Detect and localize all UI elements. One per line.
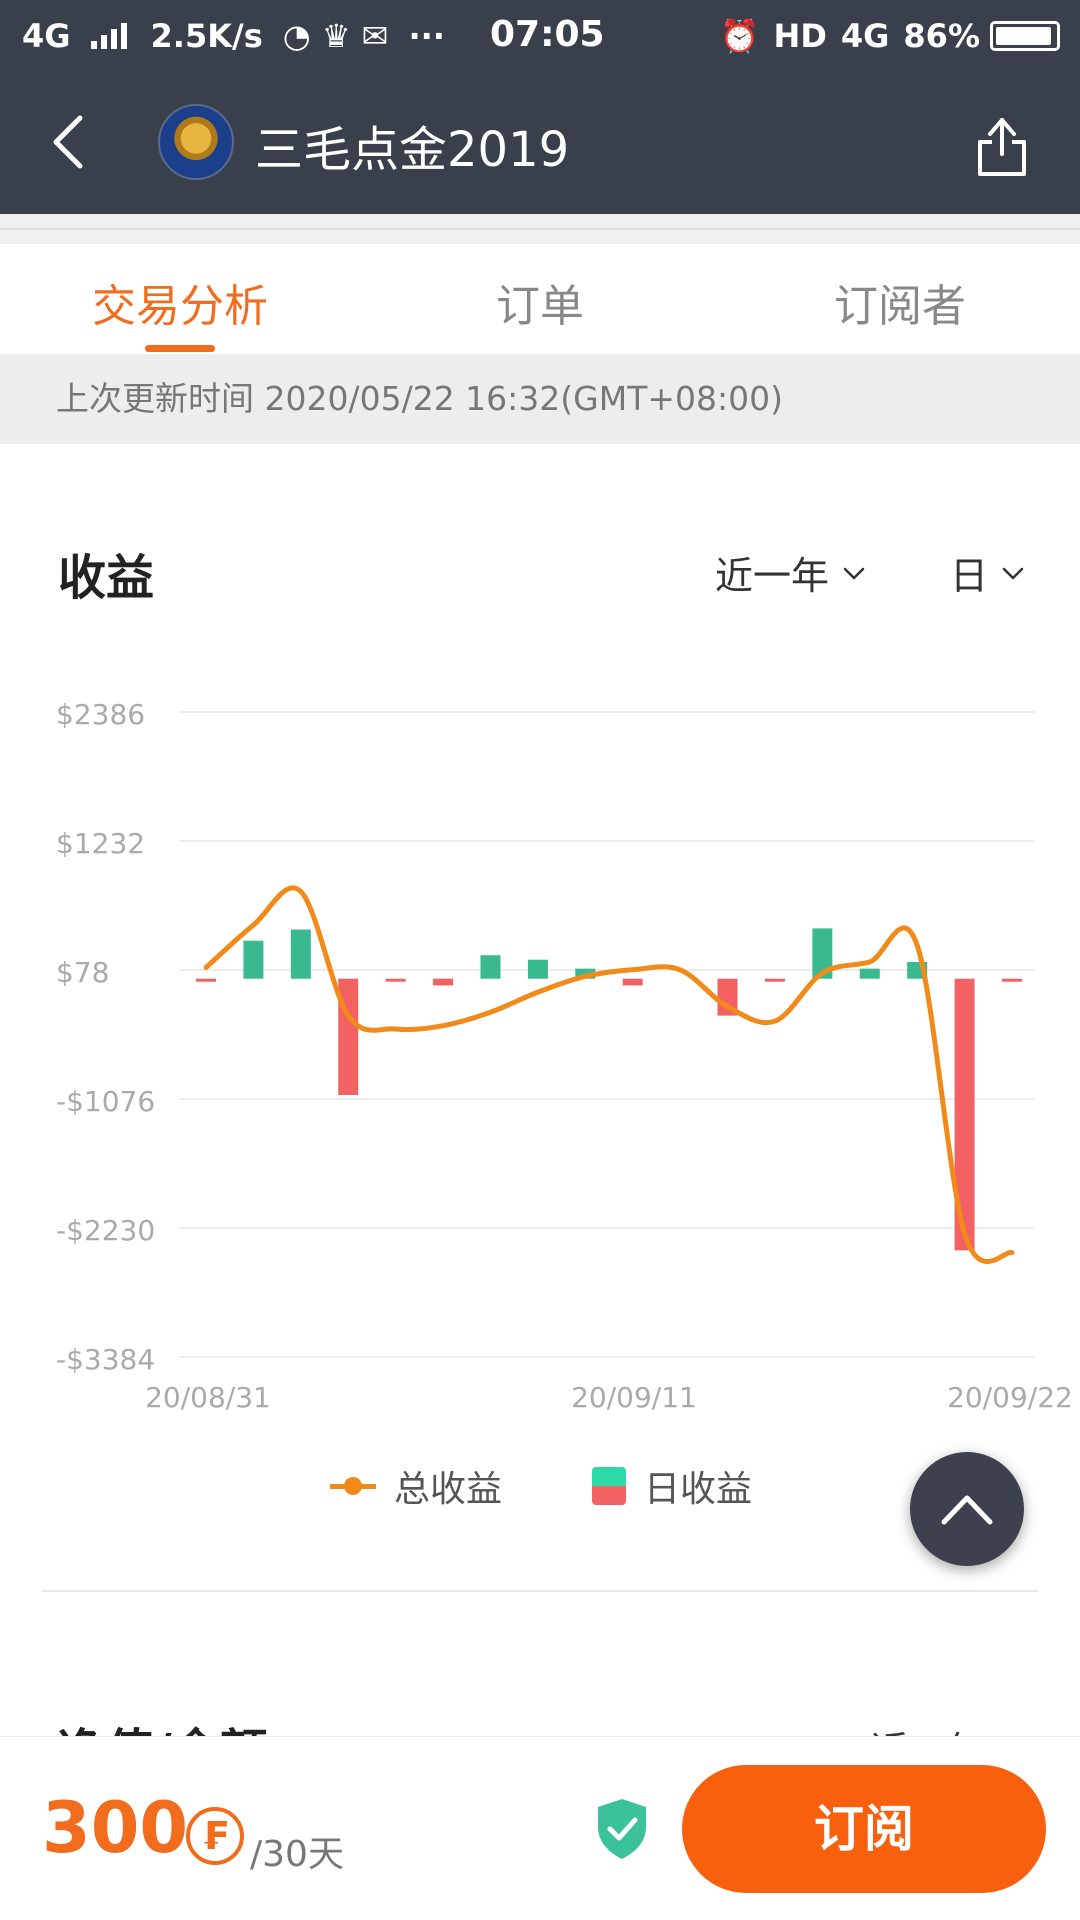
- subscribe-button[interactable]: 订阅: [682, 1765, 1046, 1893]
- network-indicator: 4G: [22, 17, 71, 55]
- clock: 07:05: [490, 14, 605, 55]
- x-tick-label: 20/08/31: [145, 1381, 271, 1414]
- coin-icon: ₣: [186, 1807, 244, 1865]
- x-tick-label: 20/09/11: [571, 1381, 697, 1414]
- chevron-down-icon: [1002, 567, 1024, 579]
- scroll-to-top-button[interactable]: [910, 1452, 1024, 1566]
- tab-label: 订阅者: [834, 281, 966, 332]
- x-tick-label: 20/09/22: [947, 1381, 1073, 1414]
- granularity-dropdown-label: 日: [950, 554, 989, 598]
- subscribe-bar: 300 ₣ /30天 订阅: [0, 1736, 1080, 1920]
- tab-label: 订单: [496, 281, 584, 332]
- legend-label: 日收益: [644, 1469, 753, 1510]
- status-right: ⏰ HD 4G 86%: [706, 0, 1060, 72]
- tab-active-indicator: [145, 345, 215, 352]
- daily-profit-bar: [385, 978, 406, 982]
- y-tick-label: -$1076: [56, 1085, 155, 1118]
- last-update-bar: 上次更新时间 2020/05/22 16:32(GMT+08:00): [0, 354, 1080, 444]
- daily-profit-bar: [1002, 978, 1022, 982]
- chevron-left-icon: [53, 115, 83, 169]
- tab-orders[interactable]: 订单: [360, 244, 720, 354]
- y-tick-label: -$3384: [56, 1343, 155, 1376]
- shield-check-icon: [598, 1799, 646, 1859]
- divider: [42, 1590, 1038, 1592]
- daily-profit-bar: [622, 978, 643, 986]
- app-header: 三毛点金2019: [0, 72, 1080, 214]
- section-title: 收益: [58, 550, 155, 606]
- battery-icon: [990, 21, 1060, 51]
- network-indicator-right: 4G: [840, 17, 890, 55]
- daily-profit-bar: [433, 978, 454, 986]
- daily-profit-bar: [527, 959, 548, 979]
- total-profit-line: [203, 885, 1015, 1265]
- battery-percent: 86%: [903, 17, 980, 55]
- page-title: 三毛点金2019: [255, 122, 570, 178]
- app-root: 4G 2.5K/s ◔ ♛ ✉ ··· 07:05 ⏰ HD 4G 86% 三毛…: [0, 0, 1080, 1920]
- granularity-dropdown[interactable]: 日: [950, 545, 1026, 600]
- network-speed: 2.5K/s: [150, 17, 263, 55]
- signal-icon: [90, 23, 131, 49]
- status-bar: 4G 2.5K/s ◔ ♛ ✉ ··· 07:05 ⏰ HD 4G 86%: [0, 0, 1080, 72]
- hd-indicator: HD: [773, 17, 827, 55]
- chevron-down-icon: [843, 567, 865, 579]
- y-tick-label: $78: [56, 956, 109, 989]
- profit-chart: $2386 $1232 $78 -$1076 -$2230 -$3384 20/08/31 2…: [56, 698, 1073, 1414]
- y-tick-label: $1232: [56, 827, 145, 860]
- alarm-icon: ⏰: [719, 17, 760, 55]
- legend-item-total[interactable]: 总收益: [330, 1460, 502, 1512]
- chart-legend: 总收益 日收益: [330, 1460, 842, 1512]
- y-tick-label: -$2230: [56, 1214, 155, 1247]
- range-dropdown-label: 近一年: [715, 554, 830, 598]
- more-notifications: ···: [408, 17, 445, 55]
- avatar[interactable]: [158, 104, 234, 180]
- section-title-equity: 净值/余额: [58, 1712, 268, 1738]
- tab-subscribers[interactable]: 订阅者: [720, 244, 1080, 354]
- price: 300: [42, 1787, 189, 1869]
- daily-profit-bar: [480, 955, 501, 979]
- daily-profit-bar: [764, 978, 785, 982]
- price-period: /30天: [250, 1834, 344, 1875]
- tab-bar: 交易分析 订单 订阅者: [0, 244, 1080, 354]
- legend-bar-swatch: [592, 1467, 627, 1505]
- tab-label: 交易分析: [92, 281, 268, 332]
- daily-profit-bar: [290, 929, 311, 979]
- share-button[interactable]: [974, 114, 1030, 178]
- legend-label: 总收益: [394, 1469, 503, 1510]
- legend-item-daily[interactable]: 日收益: [592, 1460, 752, 1512]
- notification-icons: ◔ ♛ ✉: [282, 17, 389, 55]
- y-tick-label: $2386: [56, 698, 145, 731]
- legend-line-swatch: [330, 1471, 376, 1501]
- daily-profit-bar: [859, 968, 880, 979]
- daily-profit-bar: [243, 940, 264, 979]
- range-dropdown[interactable]: 近一年: [715, 545, 867, 600]
- back-button[interactable]: [40, 112, 100, 172]
- daily-profit-bar: [196, 978, 216, 982]
- tab-trade-analysis[interactable]: 交易分析: [0, 244, 360, 354]
- spacer: [0, 214, 1080, 244]
- chevron-up-icon: [941, 1495, 993, 1525]
- share-icon: [978, 118, 1026, 176]
